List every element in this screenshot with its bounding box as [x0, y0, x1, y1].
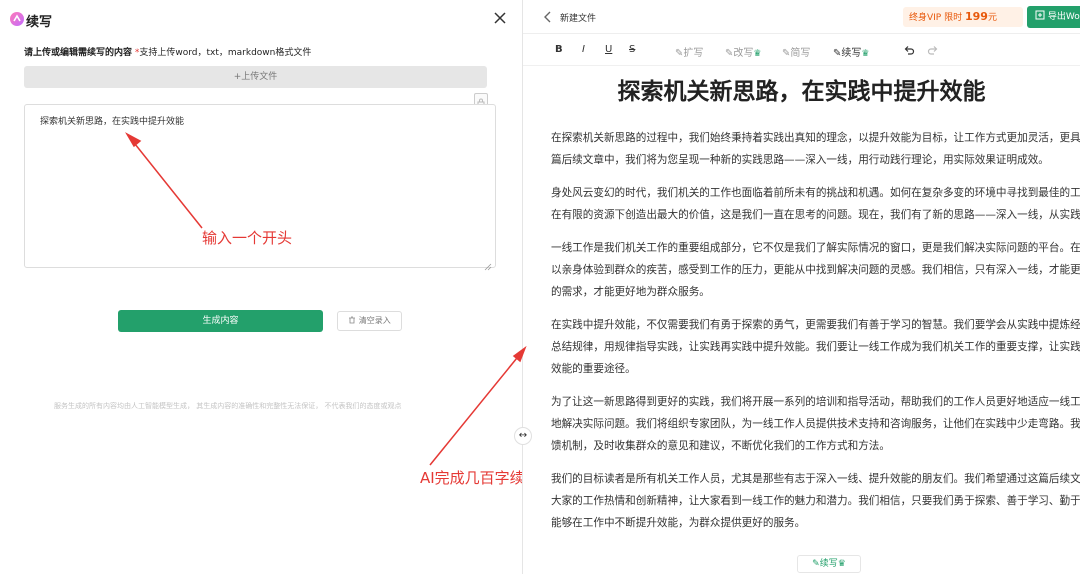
- upload-file-button[interactable]: +上传文件: [24, 66, 487, 88]
- clear-input-button[interactable]: 清空录入: [337, 311, 402, 331]
- document-panel: 新建文件 终身VIP 限时 199元 导出Wo B I U S ✎扩写 ✎改写♛…: [523, 0, 1080, 574]
- logo-icon: [10, 12, 24, 26]
- resize-grip-icon[interactable]: [484, 256, 492, 271]
- italic-button[interactable]: I: [582, 44, 585, 55]
- shorten-button[interactable]: ✎简写: [782, 44, 810, 59]
- generate-content-button[interactable]: 生成内容: [118, 310, 323, 332]
- export-label: 导出Wo: [1047, 12, 1080, 22]
- drag-handle-icon[interactable]: ↔: [514, 427, 532, 445]
- shorten-label: 简写: [790, 48, 811, 59]
- document-paragraph[interactable]: 一线工作是我们机关工作的重要组成部分，它不仅是我们了解实际情况的窗口，更是我们解…: [551, 237, 1080, 303]
- back-icon[interactable]: [541, 9, 555, 23]
- editor-toolbar: B I U S ✎扩写 ✎改写♛ ✎简写 ✎续写♛: [523, 36, 1080, 66]
- document-paragraph[interactable]: 身处风云变幻的时代，我们机关的工作也面临着前所未有的挑战和机遇。如何在复杂多变的…: [551, 182, 1080, 226]
- close-icon[interactable]: [492, 10, 508, 26]
- content-input-text[interactable]: 探索机关新思路，在实践中提升效能: [40, 114, 184, 127]
- input-label-main: 请上传或编辑需续写的内容: [24, 48, 133, 58]
- document-header: 新建文件 终身VIP 限时 199元 导出Wo: [523, 0, 1080, 34]
- ai-disclaimer: 服务生成的所有内容均由人工智能模型生成， 其生成内容的准确性和完整性无法保证， …: [54, 402, 402, 410]
- rewrite-label: 改写: [733, 48, 754, 59]
- crown-icon: ♛: [837, 559, 846, 569]
- input-label: 请上传或编辑需续写的内容 *支持上传word，txt，markdown格式文件: [24, 45, 311, 58]
- trash-icon: [348, 316, 359, 325]
- document-body[interactable]: 在探索机关新思路的过程中，我们始终秉持着实践出真知的理念，以提升效能为目标，让工…: [551, 127, 1080, 545]
- vip-price-unit: 元: [987, 13, 997, 23]
- expand-label: 扩写: [683, 48, 704, 59]
- underline-button[interactable]: U: [605, 44, 612, 55]
- annotation-input-hint: 输入一个开头: [202, 229, 293, 247]
- panel-header: 续写: [0, 0, 522, 40]
- clear-input-label: 清空录入: [358, 316, 391, 325]
- document-paragraph[interactable]: 为了让这一新思路得到更好的实践，我们将开展一系列的培训和指导活动，帮助我们的工作…: [551, 391, 1080, 457]
- export-word-button[interactable]: 导出Wo: [1027, 6, 1080, 28]
- undo-icon[interactable]: [903, 44, 915, 59]
- vip-price: 199: [964, 10, 988, 23]
- input-label-hint: 支持上传word，txt，markdown格式文件: [139, 48, 312, 58]
- floating-continue-label: 续写: [819, 559, 838, 569]
- crown-icon: ♛: [861, 49, 870, 59]
- continue-label: 续写: [841, 48, 862, 59]
- strikethrough-button[interactable]: S: [629, 44, 635, 55]
- continue-writing-panel: 续写 请上传或编辑需续写的内容 *支持上传word，txt，markdown格式…: [0, 0, 540, 574]
- export-icon: [1035, 10, 1048, 22]
- continue-writing-button[interactable]: ✎续写♛: [833, 44, 869, 59]
- redo-icon[interactable]: [927, 44, 939, 59]
- floating-continue-button[interactable]: ✎续写♛: [797, 555, 861, 573]
- document-paragraph[interactable]: 在探索机关新思路的过程中，我们始终秉持着实践出真知的理念，以提升效能为目标，让工…: [551, 127, 1080, 171]
- vip-promo-text: 终身VIP 限时: [909, 13, 963, 23]
- floating-continue-icon: ✎: [812, 559, 820, 569]
- rewrite-button[interactable]: ✎改写♛: [725, 44, 761, 59]
- panel-title: 续写: [26, 15, 53, 30]
- crown-icon: ♛: [753, 49, 762, 59]
- document-name[interactable]: 新建文件: [560, 11, 596, 24]
- expand-button[interactable]: ✎扩写: [675, 44, 703, 59]
- document-title[interactable]: 探索机关新思路，在实践中提升效能: [523, 72, 1080, 106]
- document-paragraph[interactable]: 在实践中提升效能，不仅需要我们有勇于探索的勇气，更需要我们有善于学习的智慧。我们…: [551, 314, 1080, 380]
- vip-promo-button[interactable]: 终身VIP 限时 199元: [903, 7, 1023, 27]
- document-paragraph[interactable]: 我们的目标读者是所有机关工作人员，尤其是那些有志于深入一线、提升效能的朋友们。我…: [551, 468, 1080, 534]
- bold-button[interactable]: B: [555, 44, 563, 55]
